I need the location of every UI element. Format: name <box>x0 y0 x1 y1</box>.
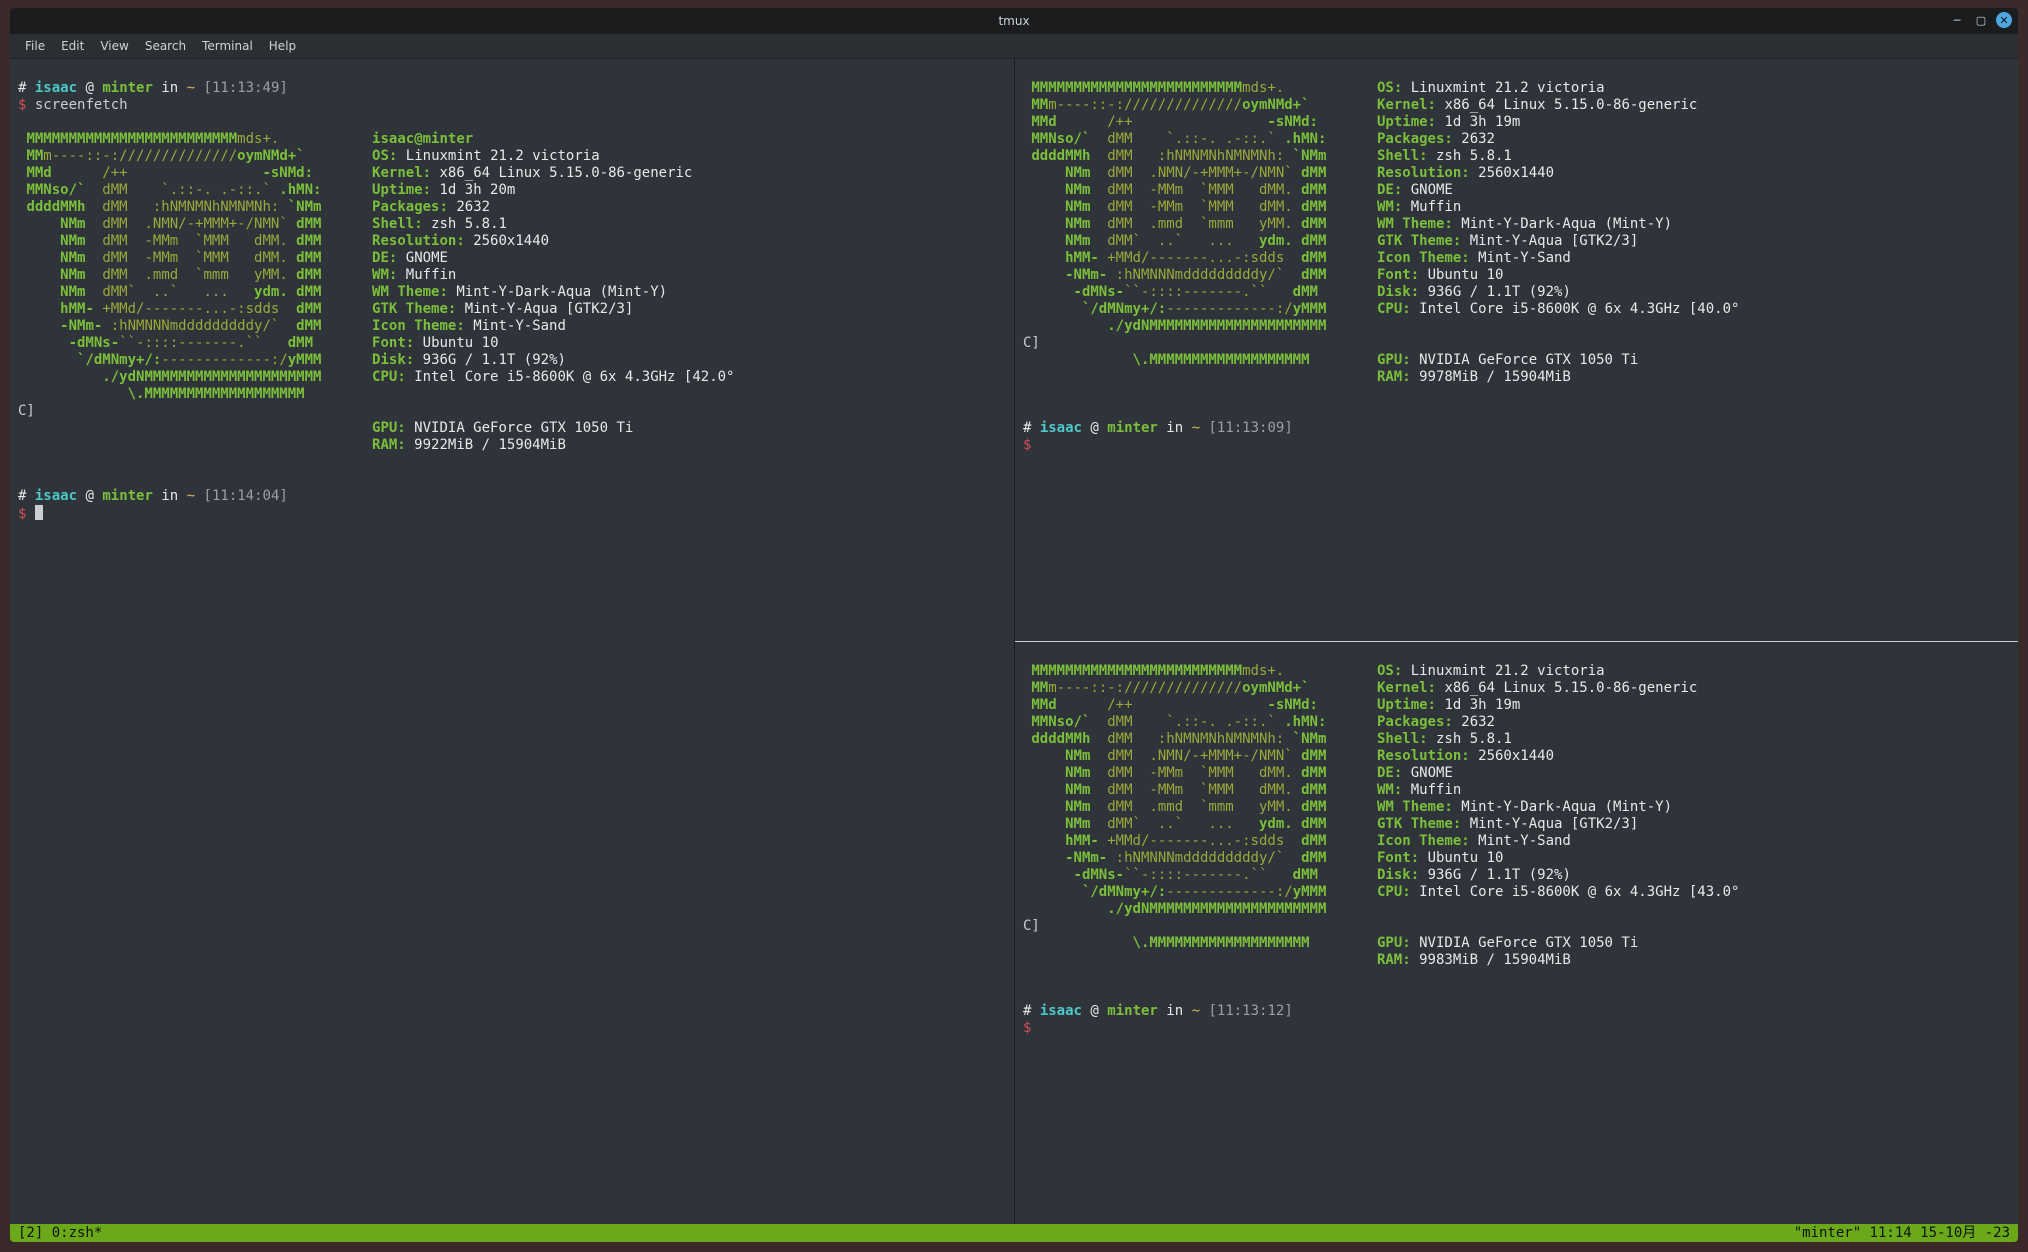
menu-view[interactable]: View <box>93 37 135 55</box>
prompt-in: in <box>161 488 178 504</box>
prompt-dollar: $ <box>18 506 26 522</box>
tmux-pane-right-column: MMMMMMMMMMMMMMMMMMMMMMMMMmds+. OS: Linux… <box>1015 59 2018 1224</box>
menu-search[interactable]: Search <box>138 37 193 55</box>
prompt-host: minter <box>102 488 153 504</box>
prompt-time: [11:13:49] <box>204 80 288 96</box>
screenfetch-output: MMMMMMMMMMMMMMMMMMMMMMMMMmds+. isaac@min… <box>18 131 1008 454</box>
prompt-dollar: $ <box>1023 1020 1031 1036</box>
prompt-time: [11:13:12] <box>1208 1003 1292 1019</box>
prompt-in: in <box>1166 1003 1183 1019</box>
prompt-hash: # <box>1023 1003 1031 1019</box>
menu-file[interactable]: File <box>18 37 52 55</box>
prompt-dollar: $ <box>1023 437 1031 453</box>
prompt-host: minter <box>102 80 153 96</box>
prompt-host: minter <box>1107 420 1158 436</box>
prompt-user: isaac <box>35 488 77 504</box>
prompt-cwd: ~ <box>187 488 195 504</box>
cursor-icon <box>35 505 43 520</box>
prompt-at: @ <box>85 80 93 96</box>
screenfetch-output: MMMMMMMMMMMMMMMMMMMMMMMMMmds+. OS: Linux… <box>1023 663 2012 969</box>
prompt-host: minter <box>1107 1003 1158 1019</box>
terminal-area[interactable]: # isaac @ minter in ~ [11:13:49] $ scree… <box>10 59 2018 1242</box>
prompt-cwd: ~ <box>1192 1003 1200 1019</box>
tmux-panes: # isaac @ minter in ~ [11:13:49] $ scree… <box>10 59 2018 1224</box>
tmux-pane-right-top[interactable]: MMMMMMMMMMMMMMMMMMMMMMMMMmds+. OS: Linux… <box>1015 59 2018 642</box>
prompt-at: @ <box>85 488 93 504</box>
prompt-hash: # <box>1023 420 1031 436</box>
window-title: tmux <box>998 14 1029 28</box>
prompt-user: isaac <box>1040 1003 1082 1019</box>
prompt-at: @ <box>1090 1003 1098 1019</box>
command-text: screenfetch <box>35 97 128 113</box>
maximize-button[interactable]: ▢ <box>1972 11 1990 29</box>
prompt-user: isaac <box>35 80 77 96</box>
prompt-user: isaac <box>1040 420 1082 436</box>
tmux-status-bar: [2] 0:zsh* "minter" 11:14 15-10月 -23 <box>10 1224 2018 1242</box>
prompt-cwd: ~ <box>187 80 195 96</box>
screenfetch-output: MMMMMMMMMMMMMMMMMMMMMMMMMmds+. OS: Linux… <box>1023 80 2012 386</box>
prompt-hash: # <box>18 80 26 96</box>
titlebar: tmux ─ ▢ ✕ <box>10 8 2018 34</box>
menu-terminal[interactable]: Terminal <box>195 37 260 55</box>
menu-help[interactable]: Help <box>262 37 303 55</box>
tmux-pane-right-bottom[interactable]: MMMMMMMMMMMMMMMMMMMMMMMMMmds+. OS: Linux… <box>1015 642 2018 1224</box>
tmux-pane-left[interactable]: # isaac @ minter in ~ [11:13:49] $ scree… <box>10 59 1015 1224</box>
prompt-dollar: $ <box>18 97 26 113</box>
window-controls: ─ ▢ ✕ <box>1948 11 2012 29</box>
menu-edit[interactable]: Edit <box>54 37 91 55</box>
terminal-window: tmux ─ ▢ ✕ File Edit View Search Termina… <box>10 8 2018 1242</box>
prompt-time: [11:13:09] <box>1208 420 1292 436</box>
prompt-in: in <box>1166 420 1183 436</box>
status-right: "minter" 11:14 15-10月 -23 <box>1794 1225 2010 1242</box>
prompt-cwd: ~ <box>1192 420 1200 436</box>
minimize-button[interactable]: ─ <box>1948 11 1966 29</box>
status-left: [2] 0:zsh* <box>18 1225 102 1242</box>
prompt-hash: # <box>18 488 26 504</box>
prompt-time: [11:14:04] <box>204 488 288 504</box>
menubar: File Edit View Search Terminal Help <box>10 34 2018 59</box>
prompt-in: in <box>161 80 178 96</box>
close-button[interactable]: ✕ <box>1996 12 2012 28</box>
prompt-at: @ <box>1090 420 1098 436</box>
